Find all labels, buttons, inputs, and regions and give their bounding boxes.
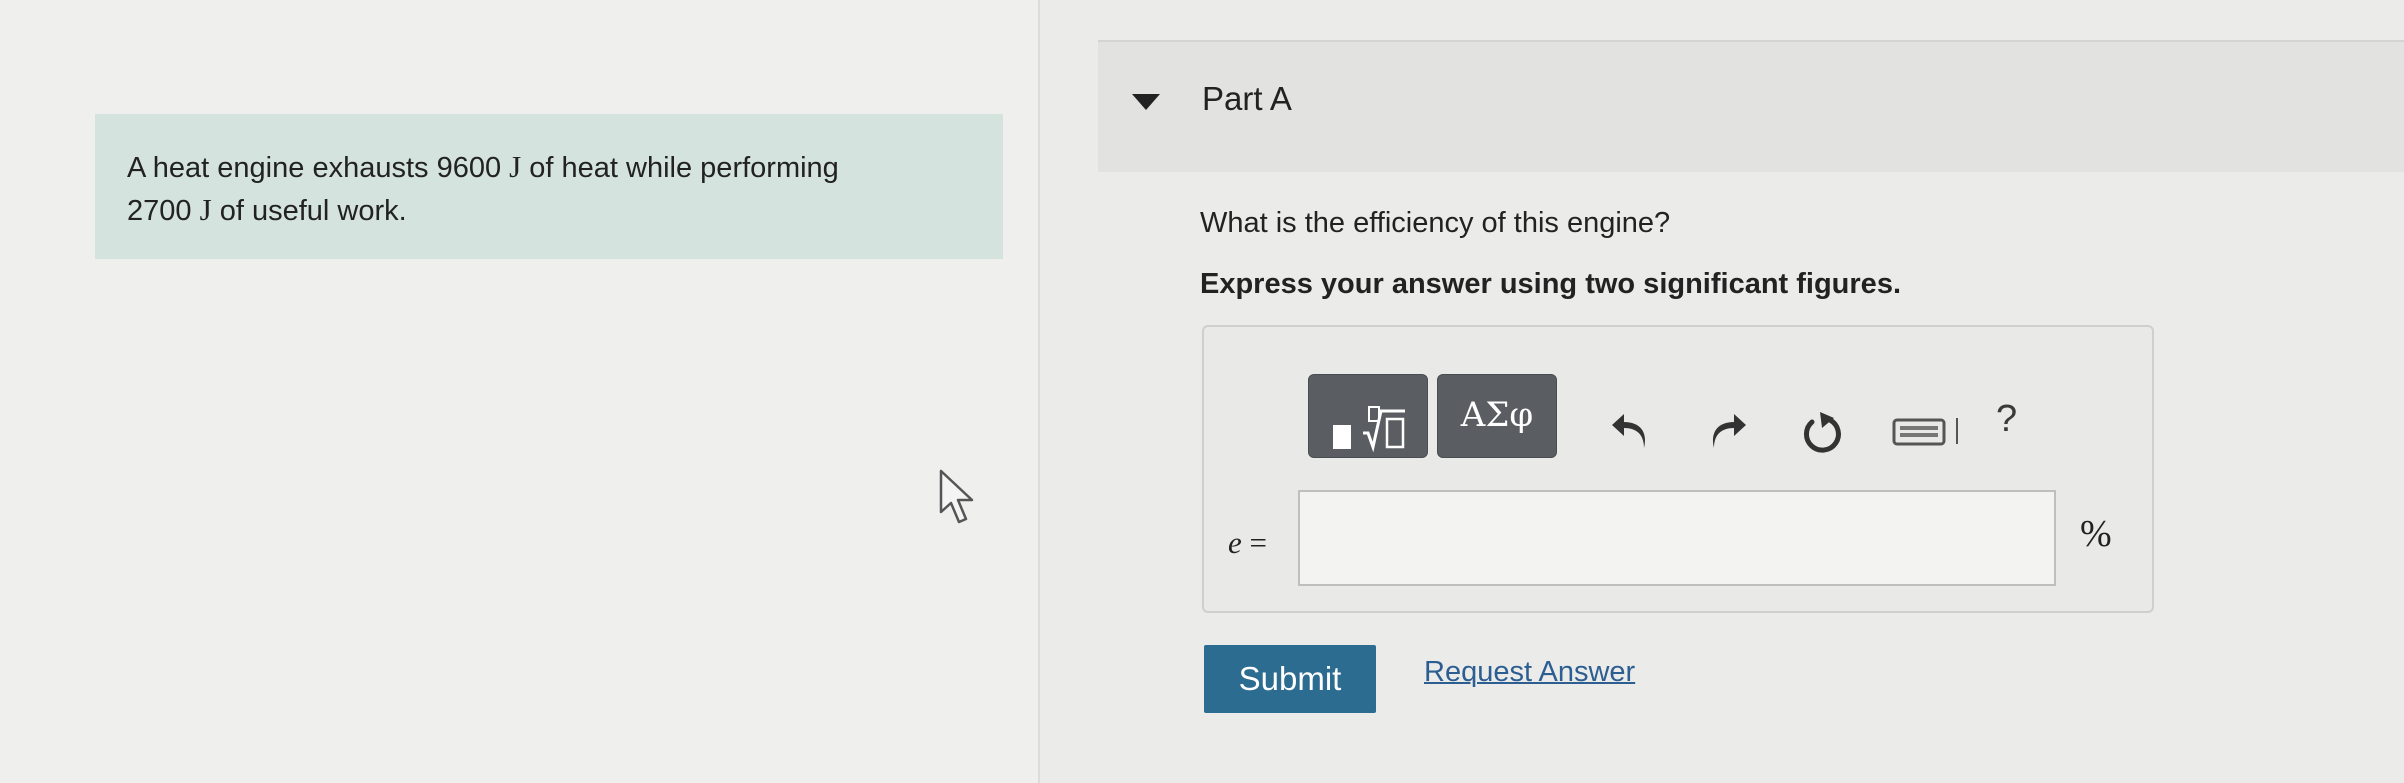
part-header[interactable] — [1098, 40, 2404, 172]
templates-button[interactable] — [1308, 374, 1428, 458]
answer-unit: % — [2080, 513, 2112, 555]
templates-icon — [1333, 406, 1405, 453]
problem-line-1: A heat engine exhausts 9600 J of heat wh… — [127, 146, 971, 189]
request-answer-link[interactable]: Request Answer — [1424, 656, 1635, 689]
keyboard-icon[interactable] — [1892, 418, 1948, 453]
undo-icon[interactable] — [1608, 412, 1652, 457]
greek-symbols-button[interactable]: ΑΣφ — [1437, 374, 1557, 458]
problem-text-3: 2700 — [127, 195, 192, 227]
problem-text-4: of useful work. — [219, 195, 407, 227]
part-title[interactable]: Part A — [1202, 80, 1292, 118]
greek-symbols-label: ΑΣφ — [1460, 395, 1534, 435]
toolbar-separator — [1956, 418, 1958, 444]
reset-icon[interactable] — [1800, 408, 1844, 461]
answer-variable-label: e = — [1228, 525, 1267, 561]
problem-text-2: of heat while performing — [529, 152, 839, 184]
submit-button[interactable]: Submit — [1204, 645, 1376, 713]
problem-statement: A heat engine exhausts 9600 J of heat wh… — [95, 114, 1003, 259]
answer-variable: e — [1228, 525, 1242, 560]
answer-instruction: Express your answer using two significan… — [1200, 268, 1901, 300]
problem-line-2: 2700 J of useful work. — [127, 189, 971, 232]
collapse-caret-icon[interactable] — [1130, 92, 1162, 117]
redo-icon[interactable] — [1706, 412, 1750, 457]
answer-input[interactable] — [1298, 490, 2056, 586]
problem-unit-1: J — [509, 149, 522, 184]
mouse-cursor-icon — [938, 468, 980, 531]
help-button[interactable]: ? — [1996, 398, 2017, 441]
question-text: What is the efficiency of this engine? — [1200, 207, 1671, 239]
problem-unit-2: J — [199, 192, 212, 227]
equals-sign: = — [1249, 525, 1267, 560]
problem-text-1: A heat engine exhausts 9600 — [127, 152, 502, 184]
